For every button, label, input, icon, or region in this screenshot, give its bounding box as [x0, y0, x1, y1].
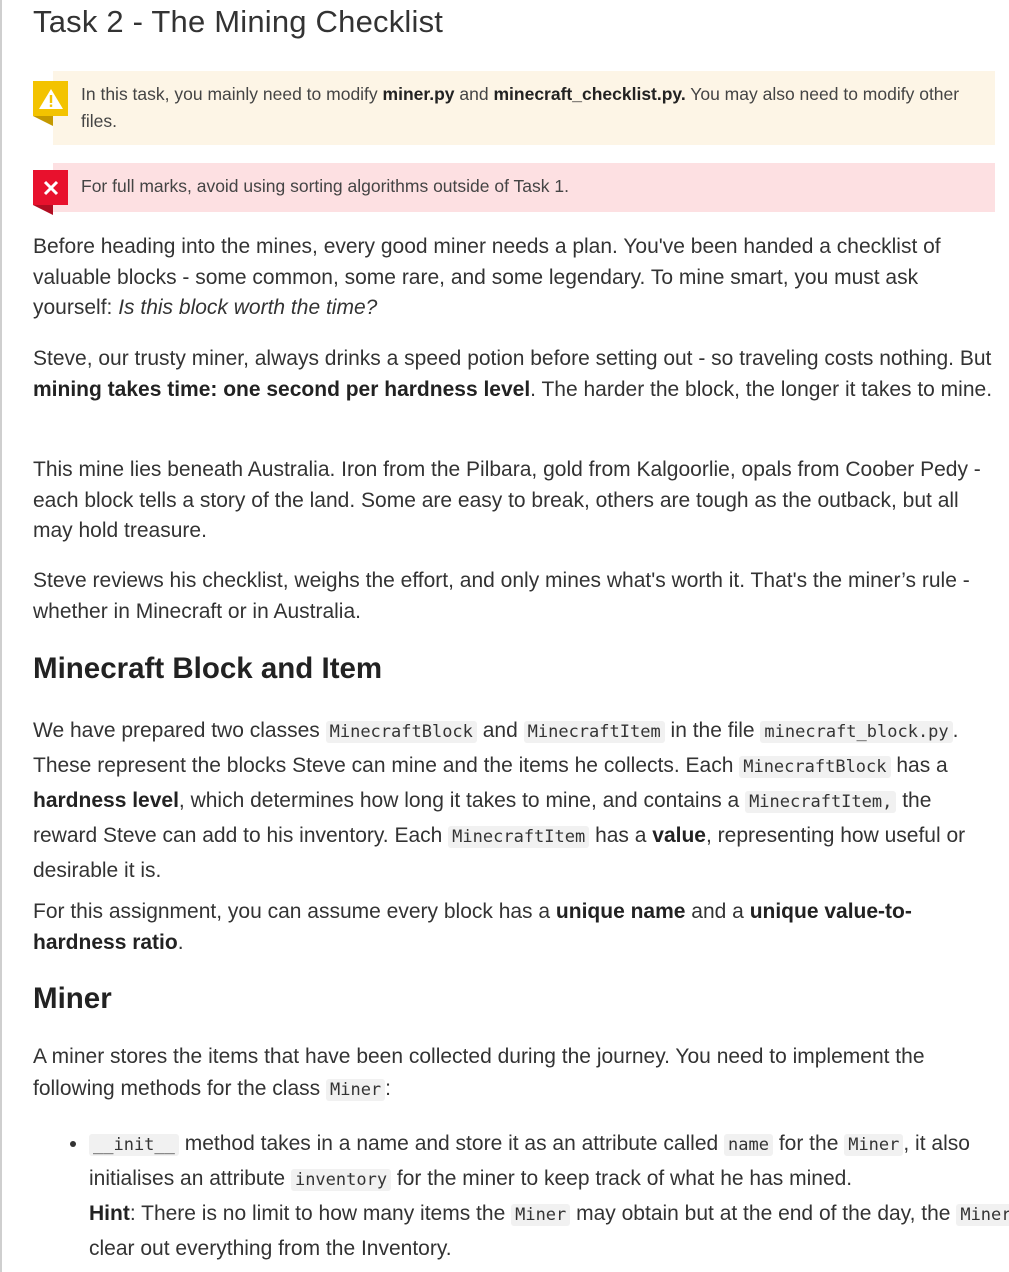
code-miner: Miner — [844, 1134, 904, 1156]
section-heading-miner: Miner — [33, 982, 112, 1015]
warning-icon — [33, 81, 68, 116]
code-name: name — [724, 1134, 773, 1156]
intro-paragraph-1: Before heading into the mines, every goo… — [33, 235, 941, 319]
block-paragraph-2: For this assignment, you can assume ever… — [33, 900, 912, 954]
left-border — [0, 0, 2, 1272]
code-minecraftitem: MinecraftItem — [523, 721, 665, 743]
list-item: __init__ method takes in a name and stor… — [89, 1127, 1009, 1265]
code-minecraftitem: MinecraftItem, — [745, 791, 897, 813]
code-miner: Miner — [511, 1204, 571, 1226]
code-minecraftblock: MinecraftBlock — [325, 721, 477, 743]
code-miner: Miner — [325, 1079, 386, 1101]
code-miner: Miner — [956, 1204, 1009, 1226]
intro-paragraph-2: Steve, our trusty miner, always drinks a… — [33, 347, 993, 401]
code-init: __init__ — [89, 1134, 179, 1156]
block-paragraph-1: We have prepared two classes MinecraftBl… — [33, 719, 966, 882]
intro-paragraph-3: This mine lies beneath Australia. Iron f… — [33, 458, 981, 542]
intro-paragraph-4: Steve reviews his checklist, weighs the … — [33, 569, 970, 623]
error-fold — [33, 205, 53, 215]
warning-text: In this task, you mainly need to modify … — [81, 84, 960, 131]
hint-label: Hint — [89, 1202, 130, 1225]
section-heading-block-item: Minecraft Block and Item — [33, 652, 383, 685]
code-minecraftblock: MinecraftBlock — [739, 756, 891, 778]
warning-callout: In this task, you mainly need to modify … — [33, 71, 995, 145]
error-text: For full marks, avoid using sorting algo… — [81, 176, 569, 196]
code-filename: minecraft_block.py — [760, 721, 953, 743]
error-callout: For full marks, avoid using sorting algo… — [33, 163, 995, 215]
close-x-icon — [33, 170, 68, 205]
file-miner: miner.py — [382, 84, 455, 104]
miner-paragraph-1: A miner stores the items that have been … — [33, 1045, 925, 1101]
file-checklist: minecraft_checklist.py. — [493, 84, 686, 104]
code-inventory: inventory — [290, 1169, 392, 1191]
miner-method-list: __init__ method takes in a name and stor… — [33, 1127, 1009, 1265]
code-minecraftitem: MinecraftItem — [448, 826, 590, 848]
page-title: Task 2 - The Mining Checklist — [33, 4, 444, 39]
warning-fold — [33, 116, 53, 126]
